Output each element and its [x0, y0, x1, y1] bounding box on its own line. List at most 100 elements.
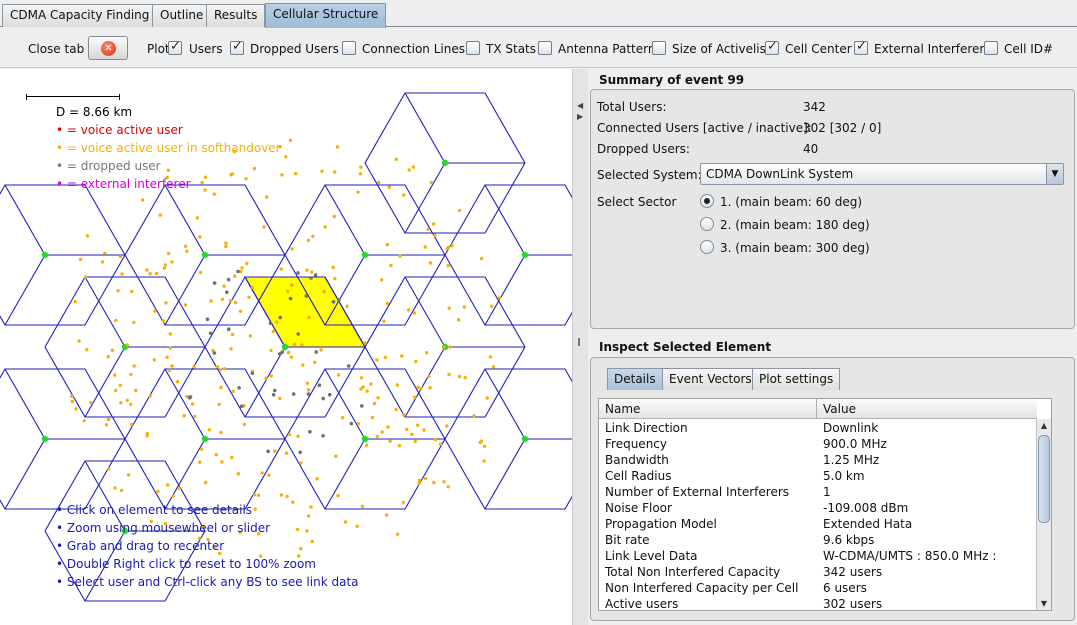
- user-dot[interactable]: [332, 214, 336, 219]
- user-dot[interactable]: [106, 355, 110, 359]
- dropped-user-dot[interactable]: [321, 434, 325, 438]
- cell-center-marker[interactable]: [201, 251, 209, 259]
- cell-center-marker[interactable]: [441, 159, 449, 167]
- dropped-user-dot[interactable]: [205, 317, 210, 321]
- user-dot[interactable]: [489, 304, 494, 308]
- user-dot[interactable]: [82, 419, 86, 423]
- user-dot[interactable]: [289, 355, 294, 359]
- user-dot[interactable]: [433, 233, 437, 237]
- user-dot[interactable]: [203, 480, 208, 485]
- user-dot[interactable]: [345, 304, 349, 308]
- user-dot[interactable]: [118, 383, 123, 387]
- user-dot[interactable]: [233, 274, 237, 278]
- table-row[interactable]: Cell Radius 5.0 km: [599, 468, 1037, 484]
- user-dot[interactable]: [380, 430, 384, 434]
- user-dot[interactable]: [129, 372, 133, 377]
- user-dot[interactable]: [300, 343, 304, 347]
- user-dot[interactable]: [203, 175, 208, 179]
- user-dot[interactable]: [370, 415, 375, 420]
- user-dot[interactable]: [279, 493, 284, 497]
- user-dot[interactable]: [424, 476, 428, 481]
- users-checkbox-label[interactable]: Users: [189, 28, 223, 68]
- column-divider[interactable]: [816, 399, 817, 419]
- user-dot[interactable]: [428, 386, 432, 390]
- dropped-user-dot[interactable]: [225, 290, 229, 294]
- user-dot[interactable]: [171, 494, 175, 498]
- user-dot[interactable]: [410, 432, 414, 437]
- user-dot[interactable]: [126, 473, 131, 477]
- user-dot[interactable]: [269, 348, 273, 353]
- user-dot[interactable]: [106, 417, 111, 422]
- user-dot[interactable]: [200, 180, 204, 185]
- user-dot[interactable]: [385, 301, 390, 306]
- user-dot[interactable]: [119, 488, 124, 493]
- user-dot[interactable]: [132, 364, 136, 368]
- user-dot[interactable]: [170, 260, 174, 264]
- cell-center-marker[interactable]: [521, 251, 529, 259]
- user-dot[interactable]: [313, 360, 317, 364]
- user-dot[interactable]: [84, 275, 88, 279]
- user-dot[interactable]: [152, 358, 156, 362]
- user-dot[interactable]: [292, 342, 297, 346]
- user-dot[interactable]: [423, 245, 427, 249]
- external-interferers-checkbox[interactable]: [854, 39, 868, 55]
- user-dot[interactable]: [113, 486, 117, 490]
- dropped-users-checkbox-label[interactable]: Dropped Users: [250, 28, 339, 68]
- dropped-user-dot[interactable]: [291, 392, 296, 396]
- user-dot[interactable]: [395, 532, 400, 536]
- sector-1-radio[interactable]: [700, 194, 714, 208]
- user-dot[interactable]: [163, 263, 168, 267]
- dropped-user-dot[interactable]: [296, 271, 300, 275]
- sector-2-radio[interactable]: [700, 217, 714, 231]
- user-dot[interactable]: [253, 507, 257, 511]
- user-dot[interactable]: [417, 478, 422, 483]
- user-dot[interactable]: [262, 225, 266, 229]
- user-dot[interactable]: [248, 334, 253, 338]
- user-dot[interactable]: [442, 345, 446, 349]
- user-dot[interactable]: [78, 257, 83, 262]
- size-of-activelist-checkbox[interactable]: [652, 41, 666, 55]
- column-header-value[interactable]: Value: [823, 402, 856, 416]
- user-dot[interactable]: [457, 208, 462, 213]
- user-dot[interactable]: [285, 494, 289, 499]
- user-dot[interactable]: [260, 471, 264, 475]
- user-dot[interactable]: [419, 387, 423, 391]
- user-dot[interactable]: [198, 460, 202, 464]
- user-dot[interactable]: [405, 427, 409, 432]
- user-dot[interactable]: [311, 234, 315, 238]
- user-dot[interactable]: [252, 166, 257, 171]
- user-dot[interactable]: [166, 251, 171, 256]
- user-dot[interactable]: [445, 424, 449, 428]
- user-dot[interactable]: [380, 278, 384, 282]
- user-dot[interactable]: [183, 303, 188, 307]
- user-dot[interactable]: [207, 428, 212, 432]
- dropped-user-dot[interactable]: [360, 404, 364, 408]
- user-dot[interactable]: [158, 213, 162, 217]
- cell-id-checkbox[interactable]: [984, 41, 998, 55]
- connection-lines-checkbox-label[interactable]: Connection Lines: [362, 28, 465, 68]
- user-dot[interactable]: [145, 431, 149, 436]
- dropped-user-dot[interactable]: [271, 393, 276, 397]
- user-dot[interactable]: [432, 480, 436, 485]
- user-dot[interactable]: [110, 348, 115, 352]
- table-row[interactable]: Total Non Interfered Capacity 342 users: [599, 564, 1037, 580]
- user-dot[interactable]: [438, 442, 443, 446]
- dropped-user-dot[interactable]: [317, 383, 322, 388]
- table-row[interactable]: Non Interfered Capacity per Cell 6 users: [599, 580, 1037, 596]
- sector-3-label[interactable]: 3. (main beam: 300 deg): [720, 241, 870, 255]
- user-dot[interactable]: [305, 529, 309, 533]
- user-dot[interactable]: [271, 329, 275, 334]
- tab-plot-settings[interactable]: Plot settings: [752, 368, 841, 390]
- user-dot[interactable]: [165, 355, 169, 359]
- user-dot[interactable]: [100, 260, 105, 264]
- dropped-user-dot[interactable]: [306, 392, 311, 396]
- user-dot[interactable]: [132, 320, 136, 325]
- user-dot[interactable]: [118, 255, 123, 259]
- user-dot[interactable]: [382, 319, 386, 323]
- user-dot[interactable]: [236, 472, 240, 476]
- user-dot[interactable]: [414, 359, 418, 364]
- user-dot[interactable]: [185, 249, 189, 253]
- user-dot[interactable]: [291, 500, 295, 504]
- user-dot[interactable]: [331, 265, 335, 270]
- user-dot[interactable]: [334, 454, 338, 458]
